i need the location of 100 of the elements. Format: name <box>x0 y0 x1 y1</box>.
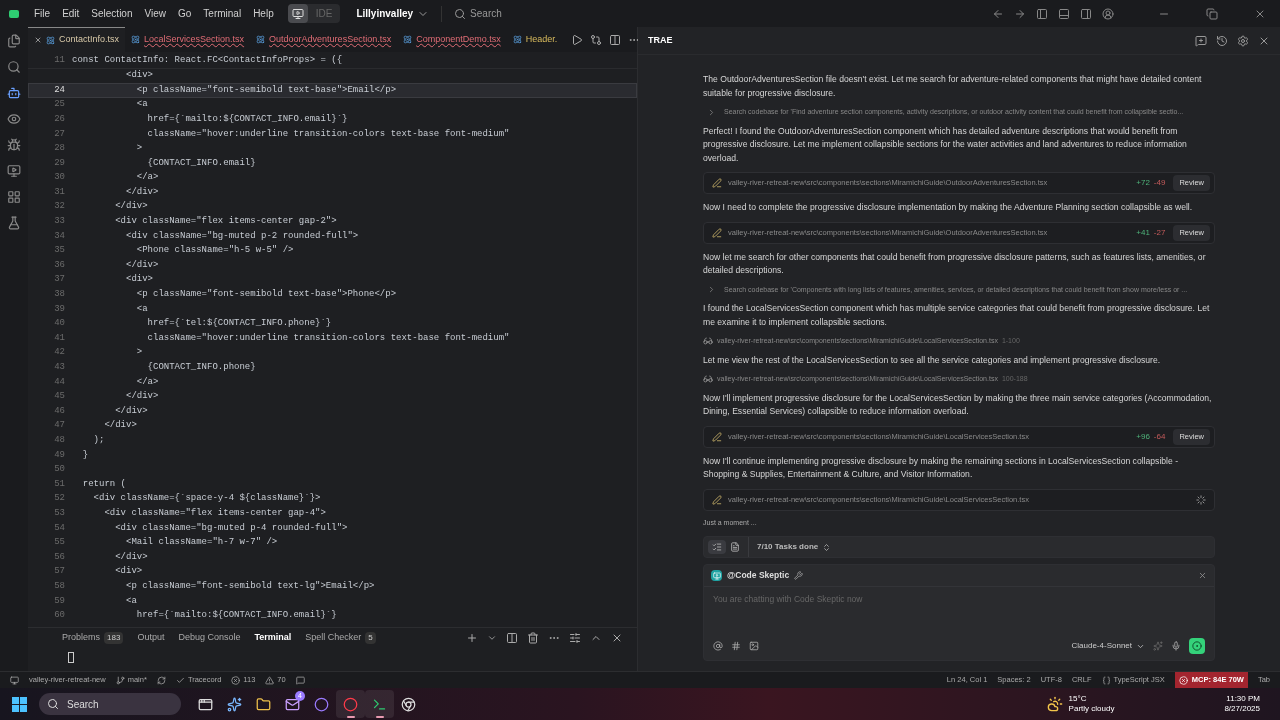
forward-icon[interactable] <box>1014 7 1026 20</box>
hash-icon[interactable] <box>731 641 741 651</box>
search-icon[interactable] <box>7 60 21 74</box>
chat-icon[interactable] <box>295 675 305 685</box>
line-number: 40 <box>53 317 65 331</box>
agent-icon[interactable] <box>7 86 21 100</box>
sync-icon[interactable] <box>156 675 166 685</box>
panel-tab[interactable]: Output <box>137 631 165 645</box>
back-icon[interactable] <box>992 7 1004 20</box>
editor-tab[interactable]: ComponentDemo.tsx <box>397 27 507 52</box>
menu-item[interactable]: File <box>28 6 57 21</box>
compare-icon[interactable] <box>590 33 603 46</box>
close-icon[interactable] <box>34 36 42 44</box>
panel-tab[interactable]: Terminal <box>254 631 292 645</box>
tools-icon <box>794 571 804 580</box>
line-number: 55 <box>53 536 65 550</box>
settings-icon[interactable] <box>569 632 581 644</box>
line-number: 37 <box>53 273 65 287</box>
warning-icon <box>265 675 275 685</box>
code-line: href={`mailto:${CONTACT_INFO.email}`} <box>135 609 337 623</box>
send-button[interactable] <box>1189 638 1205 654</box>
line-number: 35 <box>53 244 65 258</box>
close-icon[interactable] <box>1198 571 1207 580</box>
tasks-dropdown[interactable]: 7/10 Tasks done <box>757 541 832 553</box>
model-selector[interactable]: Claude-4-Sonnet <box>1071 640 1145 652</box>
new-chat-icon[interactable] <box>1195 34 1207 47</box>
task-list-icon[interactable] <box>712 542 722 552</box>
line-number: 41 <box>53 331 65 345</box>
editor-tab[interactable]: ContactInfo.tsx <box>28 27 126 52</box>
split-editor-icon[interactable] <box>609 33 622 46</box>
line-number: 39 <box>53 302 65 316</box>
code-line: > <box>135 142 143 156</box>
panel-tab[interactable]: Spell Checker 5 <box>305 631 376 645</box>
line-number: 52 <box>53 492 65 506</box>
add-terminal-icon[interactable] <box>466 632 478 644</box>
message-text: Now I'll implement progressive disclosure for the LocalServicesSection by making the three main service categories (Accommodation, Dining, Essential Services) collapsible to reduce information overload. <box>703 391 1213 418</box>
taskbar-app[interactable] <box>365 690 394 718</box>
line-number: 54 <box>53 521 65 535</box>
panel-right-icon[interactable] <box>1080 7 1092 20</box>
code-line: ); <box>92 434 105 447</box>
mention-icon[interactable] <box>713 641 723 651</box>
history-icon[interactable] <box>1216 34 1228 47</box>
edit-icon <box>712 227 722 238</box>
line-number: 45 <box>53 390 65 404</box>
branch-icon <box>115 675 125 685</box>
eye-icon[interactable] <box>7 112 21 126</box>
image-icon[interactable] <box>749 641 759 651</box>
ide-icon <box>291 7 304 20</box>
code-line: </a> <box>135 375 159 389</box>
menu-item[interactable]: Go <box>172 6 198 21</box>
run-icon[interactable] <box>571 33 584 46</box>
split-terminal-icon[interactable] <box>506 632 518 644</box>
code-line: </div> <box>114 550 148 564</box>
panel-bottom-icon[interactable] <box>1058 7 1070 20</box>
edit-icon <box>712 494 722 505</box>
code-line: className="hover:underline transition-colors text-base font-medium" <box>146 331 510 345</box>
code-line: </a> <box>135 171 159 185</box>
project-dropdown[interactable]: Lillyinvalley <box>356 6 430 21</box>
lines-added: +41 <box>1136 226 1150 239</box>
panel-title: TRAE <box>648 33 673 47</box>
search-placeholder: Search <box>67 697 99 712</box>
editor-tab[interactable]: OutdoorAdventuresSection.tsx <box>250 27 398 52</box>
mail-icon <box>285 696 300 712</box>
agent-name: @Code Skeptic <box>727 569 790 582</box>
line-number: 43 <box>53 361 65 374</box>
line-number: 27 <box>53 127 65 141</box>
line-number: 51 <box>53 477 65 491</box>
caret-icon[interactable] <box>487 633 497 643</box>
line-number: 28 <box>53 142 65 156</box>
line-number: 34 <box>53 229 65 243</box>
start-icon[interactable] <box>12 696 27 712</box>
menu-item[interactable]: Edit <box>56 6 86 21</box>
search-icon <box>47 698 59 710</box>
code-line: <div className="flex items-center gap-4"> <box>103 506 326 520</box>
flask-icon[interactable] <box>7 216 21 230</box>
editor-tab[interactable]: LocalServicesSection.tsx <box>125 27 251 52</box>
search-field[interactable]: Search <box>454 6 502 21</box>
settings-icon[interactable] <box>1237 34 1249 47</box>
preview-icon[interactable] <box>7 164 21 178</box>
code-line: <Mail className="h-7 w-7" /> <box>125 536 278 550</box>
microphone-icon[interactable] <box>1171 641 1181 651</box>
close-icon[interactable] <box>611 632 623 644</box>
debug-icon[interactable] <box>7 138 21 152</box>
taskbar-search[interactable]: Search <box>39 693 181 715</box>
restore-icon[interactable] <box>1206 7 1218 20</box>
document-icon[interactable] <box>730 542 740 552</box>
trash-icon[interactable] <box>527 632 539 644</box>
panel-tab[interactable]: Debug Console <box>178 631 241 645</box>
menu-item[interactable]: Help <box>247 6 280 21</box>
extensions-icon[interactable] <box>7 190 21 204</box>
menu-item[interactable]: View <box>138 6 172 21</box>
menu-item[interactable]: Terminal <box>197 6 248 21</box>
files-icon[interactable] <box>7 34 21 48</box>
panel-left-icon[interactable] <box>1036 7 1048 20</box>
folder-icon <box>256 696 271 712</box>
editor-tab[interactable]: Header. <box>506 27 564 52</box>
menu-item[interactable]: Selection <box>85 6 139 21</box>
account-icon[interactable] <box>1102 7 1114 20</box>
panel-tab[interactable]: Problems 183 <box>62 631 124 645</box>
weather-icon <box>1046 696 1063 712</box>
